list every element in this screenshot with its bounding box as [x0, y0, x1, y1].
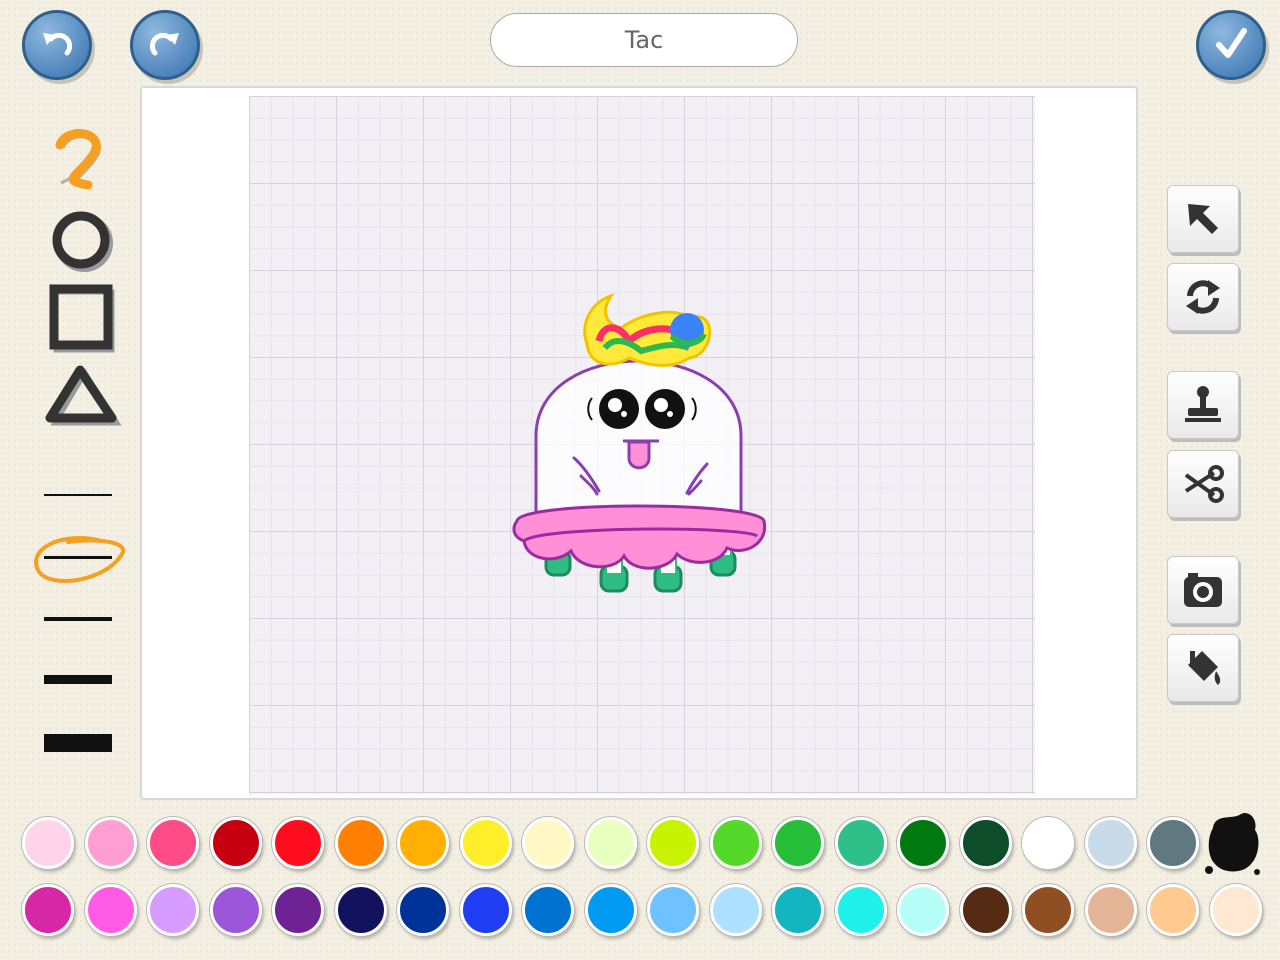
- undo-icon: [43, 32, 73, 56]
- color-swatch[interactable]: [647, 817, 699, 869]
- redo-icon: [149, 32, 179, 56]
- undo-button[interactable]: [22, 10, 92, 80]
- line-width-medium-selected[interactable]: [44, 556, 112, 559]
- color-swatch[interactable]: [897, 817, 949, 869]
- color-swatch[interactable]: [834, 884, 887, 936]
- color-swatch[interactable]: [1209, 884, 1262, 936]
- paint-bucket-icon: [1188, 651, 1221, 685]
- color-swatch[interactable]: [1147, 884, 1199, 936]
- color-swatch[interactable]: [584, 884, 637, 936]
- pointer-icon: [1188, 204, 1218, 234]
- color-swatch[interactable]: [209, 884, 262, 936]
- camera-icon: [1184, 573, 1222, 607]
- color-swatch[interactable]: [584, 817, 637, 869]
- line-width-thin[interactable]: [44, 494, 112, 496]
- color-swatch[interactable]: [834, 817, 887, 869]
- camera-button[interactable]: [1167, 556, 1239, 624]
- color-swatch[interactable]: [772, 884, 824, 936]
- line-width-selected-ring: [34, 536, 126, 583]
- color-swatch[interactable]: [397, 884, 449, 936]
- color-swatch[interactable]: [459, 884, 512, 936]
- cut-tool-button[interactable]: [1167, 450, 1239, 518]
- color-swatch[interactable]: [272, 884, 324, 936]
- color-swatch[interactable]: [459, 817, 512, 869]
- color-swatch[interactable]: [709, 817, 762, 869]
- color-swatch[interactable]: [959, 817, 1012, 869]
- color-swatch[interactable]: [522, 817, 574, 869]
- color-swatch[interactable]: [1022, 817, 1074, 869]
- line-width-medium[interactable]: [44, 617, 112, 621]
- drawing-canvas[interactable]: [249, 96, 1035, 794]
- checkmark-icon: [1216, 28, 1247, 58]
- ghost-character[interactable]: [249, 96, 1035, 794]
- select-tool-button[interactable]: [1167, 185, 1239, 253]
- rotate-tool-button[interactable]: [1167, 263, 1239, 331]
- color-swatch[interactable]: [397, 817, 449, 869]
- color-swatch[interactable]: [22, 884, 74, 936]
- drawing-title-field[interactable]: Tac: [490, 13, 798, 67]
- stamp-icon: [1185, 386, 1221, 422]
- triangle-icon[interactable]: [44, 362, 122, 428]
- scissors-icon: [1184, 465, 1224, 503]
- color-swatch[interactable]: [772, 817, 824, 869]
- line-width-extra-thick[interactable]: [44, 734, 112, 752]
- freehand-icon[interactable]: [48, 125, 118, 195]
- fill-tool-button[interactable]: [1167, 634, 1239, 702]
- color-swatch[interactable]: [272, 817, 324, 869]
- color-swatch[interactable]: [1147, 817, 1199, 869]
- done-button[interactable]: [1196, 10, 1266, 80]
- color-swatch[interactable]: [84, 817, 137, 869]
- line-width-thick[interactable]: [44, 675, 112, 684]
- color-swatch[interactable]: [147, 817, 199, 869]
- redo-button[interactable]: [130, 10, 200, 80]
- ink-icon[interactable]: [1203, 808, 1263, 878]
- color-swatch[interactable]: [1084, 817, 1137, 869]
- stamp-tool-button[interactable]: [1167, 371, 1239, 439]
- color-swatch[interactable]: [22, 817, 74, 869]
- color-swatch[interactable]: [897, 884, 949, 936]
- color-swatch[interactable]: [334, 817, 387, 869]
- color-swatch[interactable]: [1022, 884, 1074, 936]
- color-swatch[interactable]: [209, 817, 262, 869]
- color-swatch[interactable]: [522, 884, 574, 936]
- square-icon[interactable]: [46, 284, 118, 356]
- color-swatch[interactable]: [709, 884, 762, 936]
- drawing-stage: [140, 86, 1138, 800]
- color-swatch[interactable]: [84, 884, 137, 936]
- color-swatch[interactable]: [647, 884, 699, 936]
- rotate-icon: [1186, 280, 1220, 314]
- color-swatch[interactable]: [147, 884, 199, 936]
- circle-icon[interactable]: [46, 205, 118, 277]
- color-swatch[interactable]: [334, 884, 387, 936]
- color-swatch[interactable]: [1084, 884, 1137, 936]
- color-swatch[interactable]: [959, 884, 1012, 936]
